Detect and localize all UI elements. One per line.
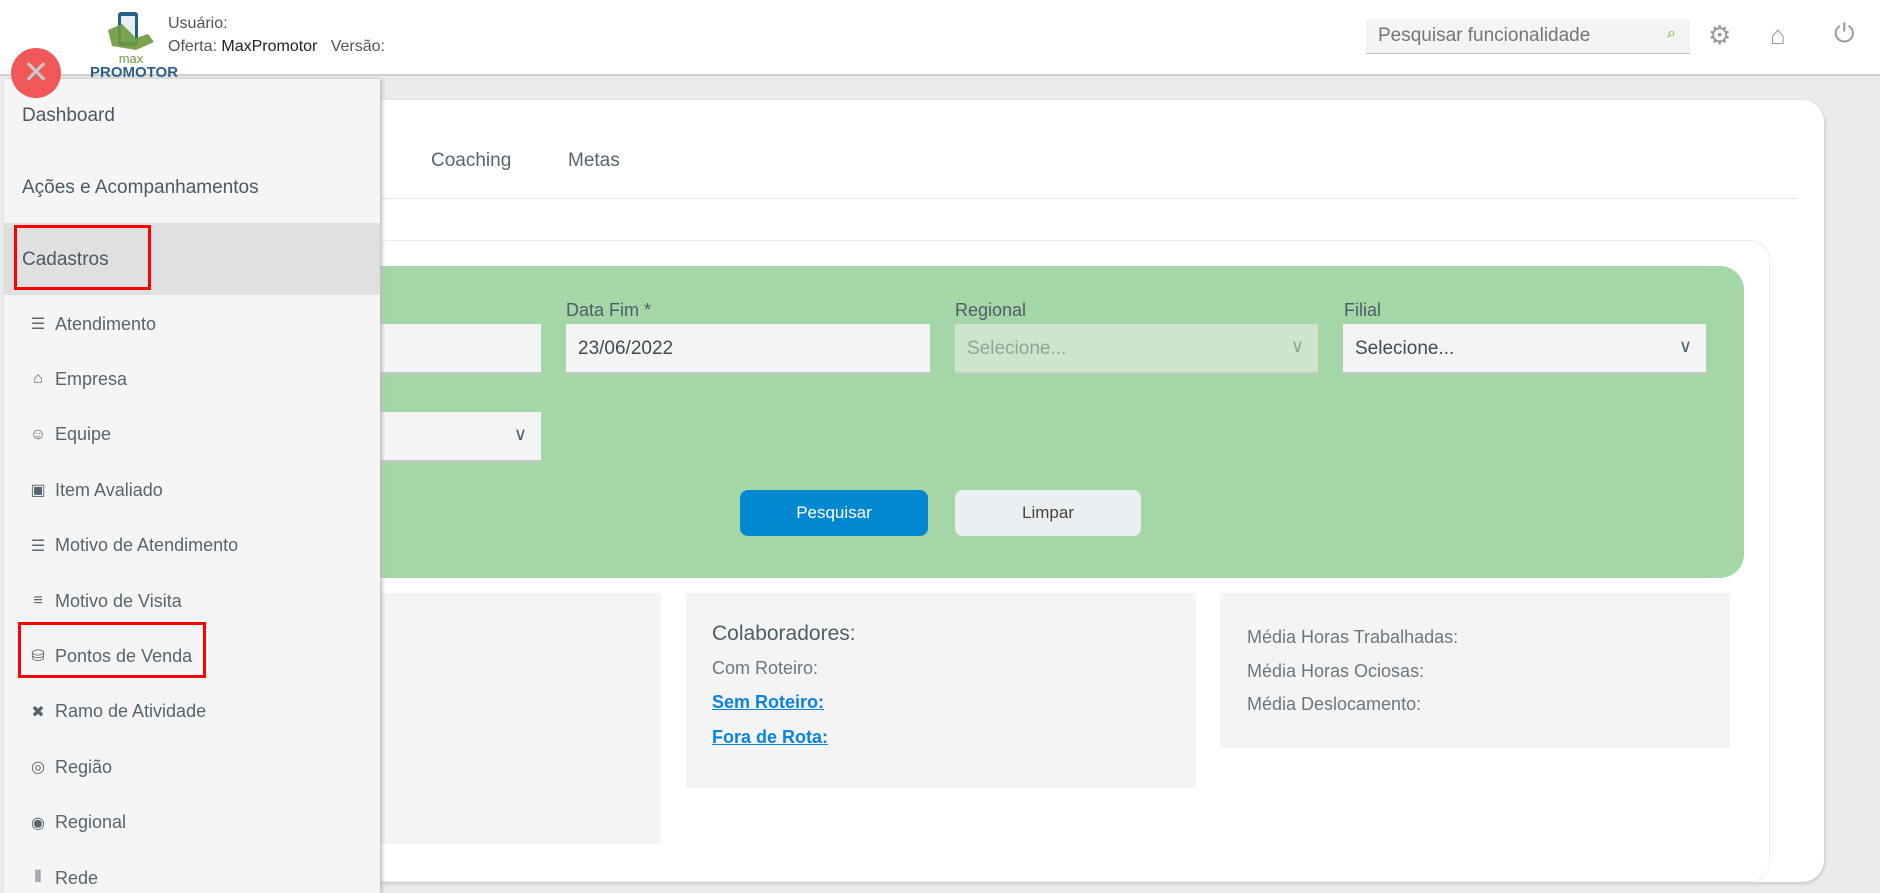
filial-label: Filial xyxy=(1344,300,1382,320)
sidebar-subitem-label: Item Avaliado xyxy=(55,479,163,500)
sidebar-subitem-empresa[interactable]: ⌂ Empresa xyxy=(27,366,127,392)
sidebar-subitem-motivo-de-visita[interactable]: ≡ Motivo de Visita xyxy=(27,588,182,614)
search-button[interactable]: Pesquisar xyxy=(740,490,928,536)
offer-value: MaxPromotor xyxy=(221,38,318,55)
search-input[interactable] xyxy=(1366,19,1636,52)
clear-button[interactable]: Limpar xyxy=(955,490,1141,536)
compass-icon: ◉ xyxy=(31,814,45,832)
gear-icon[interactable]: ⚙ xyxy=(1708,20,1731,51)
offer-line: Oferta: MaxPromotor Versão: xyxy=(168,38,385,56)
chevron-down-icon: ∨ xyxy=(1678,336,1692,356)
version-label: Versão: xyxy=(330,38,385,55)
fora-de-rota-link[interactable]: Fora de Rota: xyxy=(712,727,828,748)
sliders-icon: ⫴ xyxy=(34,869,42,886)
sidebar-subitem-label: Atendimento xyxy=(55,313,157,334)
highlight-box-cadastros xyxy=(14,225,151,290)
home-icon[interactable]: ⌂ xyxy=(1770,20,1786,51)
regional-select[interactable]: Selecione... ∨ xyxy=(955,324,1318,374)
sidebar-item-acoes[interactable]: Ações e Acompanhamentos xyxy=(22,177,259,199)
media-horas-ociosas: Média Horas Ociosas: xyxy=(1247,661,1425,681)
chevron-down-icon: ∨ xyxy=(513,424,527,444)
logo-icon xyxy=(108,12,154,50)
media-horas-trabalhadas: Média Horas Trabalhadas: xyxy=(1247,627,1459,647)
regional-label: Regional xyxy=(955,300,1027,320)
home-icon: ⌂ xyxy=(33,370,43,388)
sidebar-subitem-label: Ramo de Atividade xyxy=(55,701,207,722)
tab-divider xyxy=(300,198,1798,199)
com-roteiro: Com Roteiro: xyxy=(712,658,819,678)
power-icon[interactable]: ⏻ xyxy=(1834,18,1855,50)
sidebar-subitem-label: Rede xyxy=(55,867,99,888)
chevron-down-icon: ∨ xyxy=(1290,336,1304,356)
sidebar-subitem-motivo-de-atendimento[interactable]: ☰ Motivo de Atendimento xyxy=(27,533,238,559)
filial-select[interactable]: Selecione... ∨ xyxy=(1343,324,1706,374)
sidebar-subitem-item-avaliado[interactable]: ▣ Item Avaliado xyxy=(27,477,163,503)
expand-icon: ✖ xyxy=(31,703,45,721)
offer-label: Oferta: xyxy=(168,38,217,55)
sidebar-subitem-equipe[interactable]: ☺ Equipe xyxy=(27,422,111,448)
sidebar-subitem-ramo-de-atividade[interactable]: ✖ Ramo de Atividade xyxy=(27,699,206,725)
media-deslocamento: Média Deslocamento: xyxy=(1247,694,1422,714)
close-menu-button[interactable]: ✕ xyxy=(11,48,61,98)
sidebar-subitem-atendimento[interactable]: ☰ Atendimento xyxy=(27,311,156,337)
data-fim-input[interactable]: 23/06/2022 xyxy=(566,324,930,374)
sidebar-subitem-regi-o[interactable]: ◎ Região xyxy=(27,754,112,780)
filial-value: Selecione... xyxy=(1355,338,1455,359)
list-icon: ☰ xyxy=(30,537,46,555)
regional-value: Selecione... xyxy=(967,338,1067,359)
colaboradores-title: Colaboradores: xyxy=(712,622,856,645)
sidebar-subitem-label: Empresa xyxy=(55,368,128,389)
sidebar-subitem-label: Regional xyxy=(55,812,127,833)
users-icon: ☺ xyxy=(29,425,47,443)
logo[interactable]: max PROMOTOR xyxy=(90,8,178,81)
tab-coaching[interactable]: Coaching xyxy=(431,150,511,172)
sidebar-item-dashboard[interactable]: Dashboard xyxy=(22,105,115,127)
sidebar-subitem-regional[interactable]: ◉ Regional xyxy=(27,810,126,836)
user-label: Usuário: xyxy=(168,15,228,32)
sidebar-subitem-label: Região xyxy=(55,756,113,777)
highlight-box-pontos-de-venda xyxy=(18,622,206,678)
close-icon: ✕ xyxy=(22,54,50,90)
globe-icon: ◎ xyxy=(31,759,45,777)
cube-icon: ▣ xyxy=(30,482,46,500)
header: max PROMOTOR Usuário: Oferta: MaxPromoto… xyxy=(0,0,1880,81)
bars-icon: ≡ xyxy=(33,592,43,609)
sidebar-subitem-rede[interactable]: ⫴ Rede xyxy=(27,865,98,891)
sem-roteiro-link[interactable]: Sem Roteiro: xyxy=(712,692,824,713)
search-box: ⌕ xyxy=(1366,19,1690,54)
data-fim-label: Data Fim * xyxy=(566,300,652,320)
sidebar-subitem-label: Motivo de Visita xyxy=(55,590,182,611)
sidebar-subitem-label: Equipe xyxy=(55,424,112,445)
tab-metas[interactable]: Metas xyxy=(568,150,620,172)
list-icon: ☰ xyxy=(30,316,46,333)
sidebar-subitem-label: Motivo de Atendimento xyxy=(55,535,239,556)
search-icon[interactable]: ⌕ xyxy=(1667,25,1676,43)
